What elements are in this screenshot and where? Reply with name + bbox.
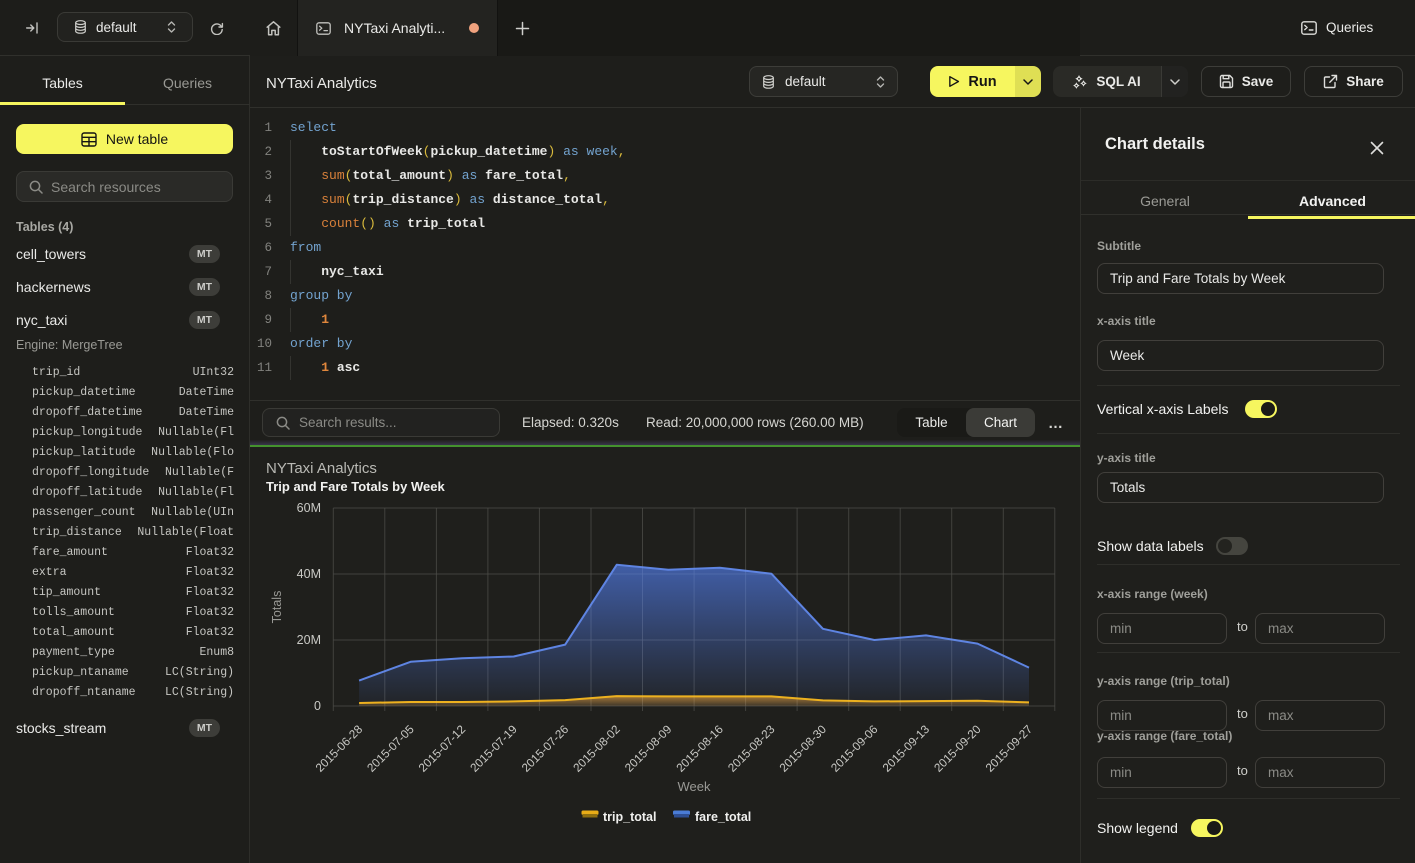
svg-text:NYTaxi Analytics: NYTaxi Analytics bbox=[266, 460, 377, 477]
svg-text:2015-08-16: 2015-08-16 bbox=[673, 722, 726, 775]
svg-text:2015-09-13: 2015-09-13 bbox=[880, 722, 933, 775]
svg-text:Totals: Totals bbox=[270, 591, 284, 624]
svg-text:2015-08-30: 2015-08-30 bbox=[776, 722, 829, 775]
svg-text:Week: Week bbox=[678, 779, 711, 794]
svg-text:2015-09-06: 2015-09-06 bbox=[828, 722, 881, 775]
svg-text:2015-08-23: 2015-08-23 bbox=[725, 722, 778, 775]
svg-text:0: 0 bbox=[314, 699, 321, 713]
svg-text:2015-07-26: 2015-07-26 bbox=[519, 722, 572, 775]
svg-text:60M: 60M bbox=[297, 501, 321, 515]
svg-text:20M: 20M bbox=[297, 633, 321, 647]
svg-text:2015-07-05: 2015-07-05 bbox=[364, 722, 417, 775]
svg-text:2015-08-09: 2015-08-09 bbox=[622, 722, 675, 775]
svg-text:2015-09-20: 2015-09-20 bbox=[931, 722, 984, 775]
svg-text:2015-07-19: 2015-07-19 bbox=[467, 722, 520, 775]
svg-text:2015-09-27: 2015-09-27 bbox=[983, 722, 1036, 775]
svg-text:trip_total: trip_total bbox=[603, 810, 656, 824]
svg-text:2015-06-28: 2015-06-28 bbox=[313, 722, 366, 775]
svg-text:Trip and Fare Totals by Week: Trip and Fare Totals by Week bbox=[266, 479, 445, 494]
svg-text:40M: 40M bbox=[297, 567, 321, 581]
svg-text:fare_total: fare_total bbox=[695, 810, 751, 824]
svg-text:2015-08-02: 2015-08-02 bbox=[570, 722, 623, 775]
svg-text:2015-07-12: 2015-07-12 bbox=[416, 722, 469, 775]
